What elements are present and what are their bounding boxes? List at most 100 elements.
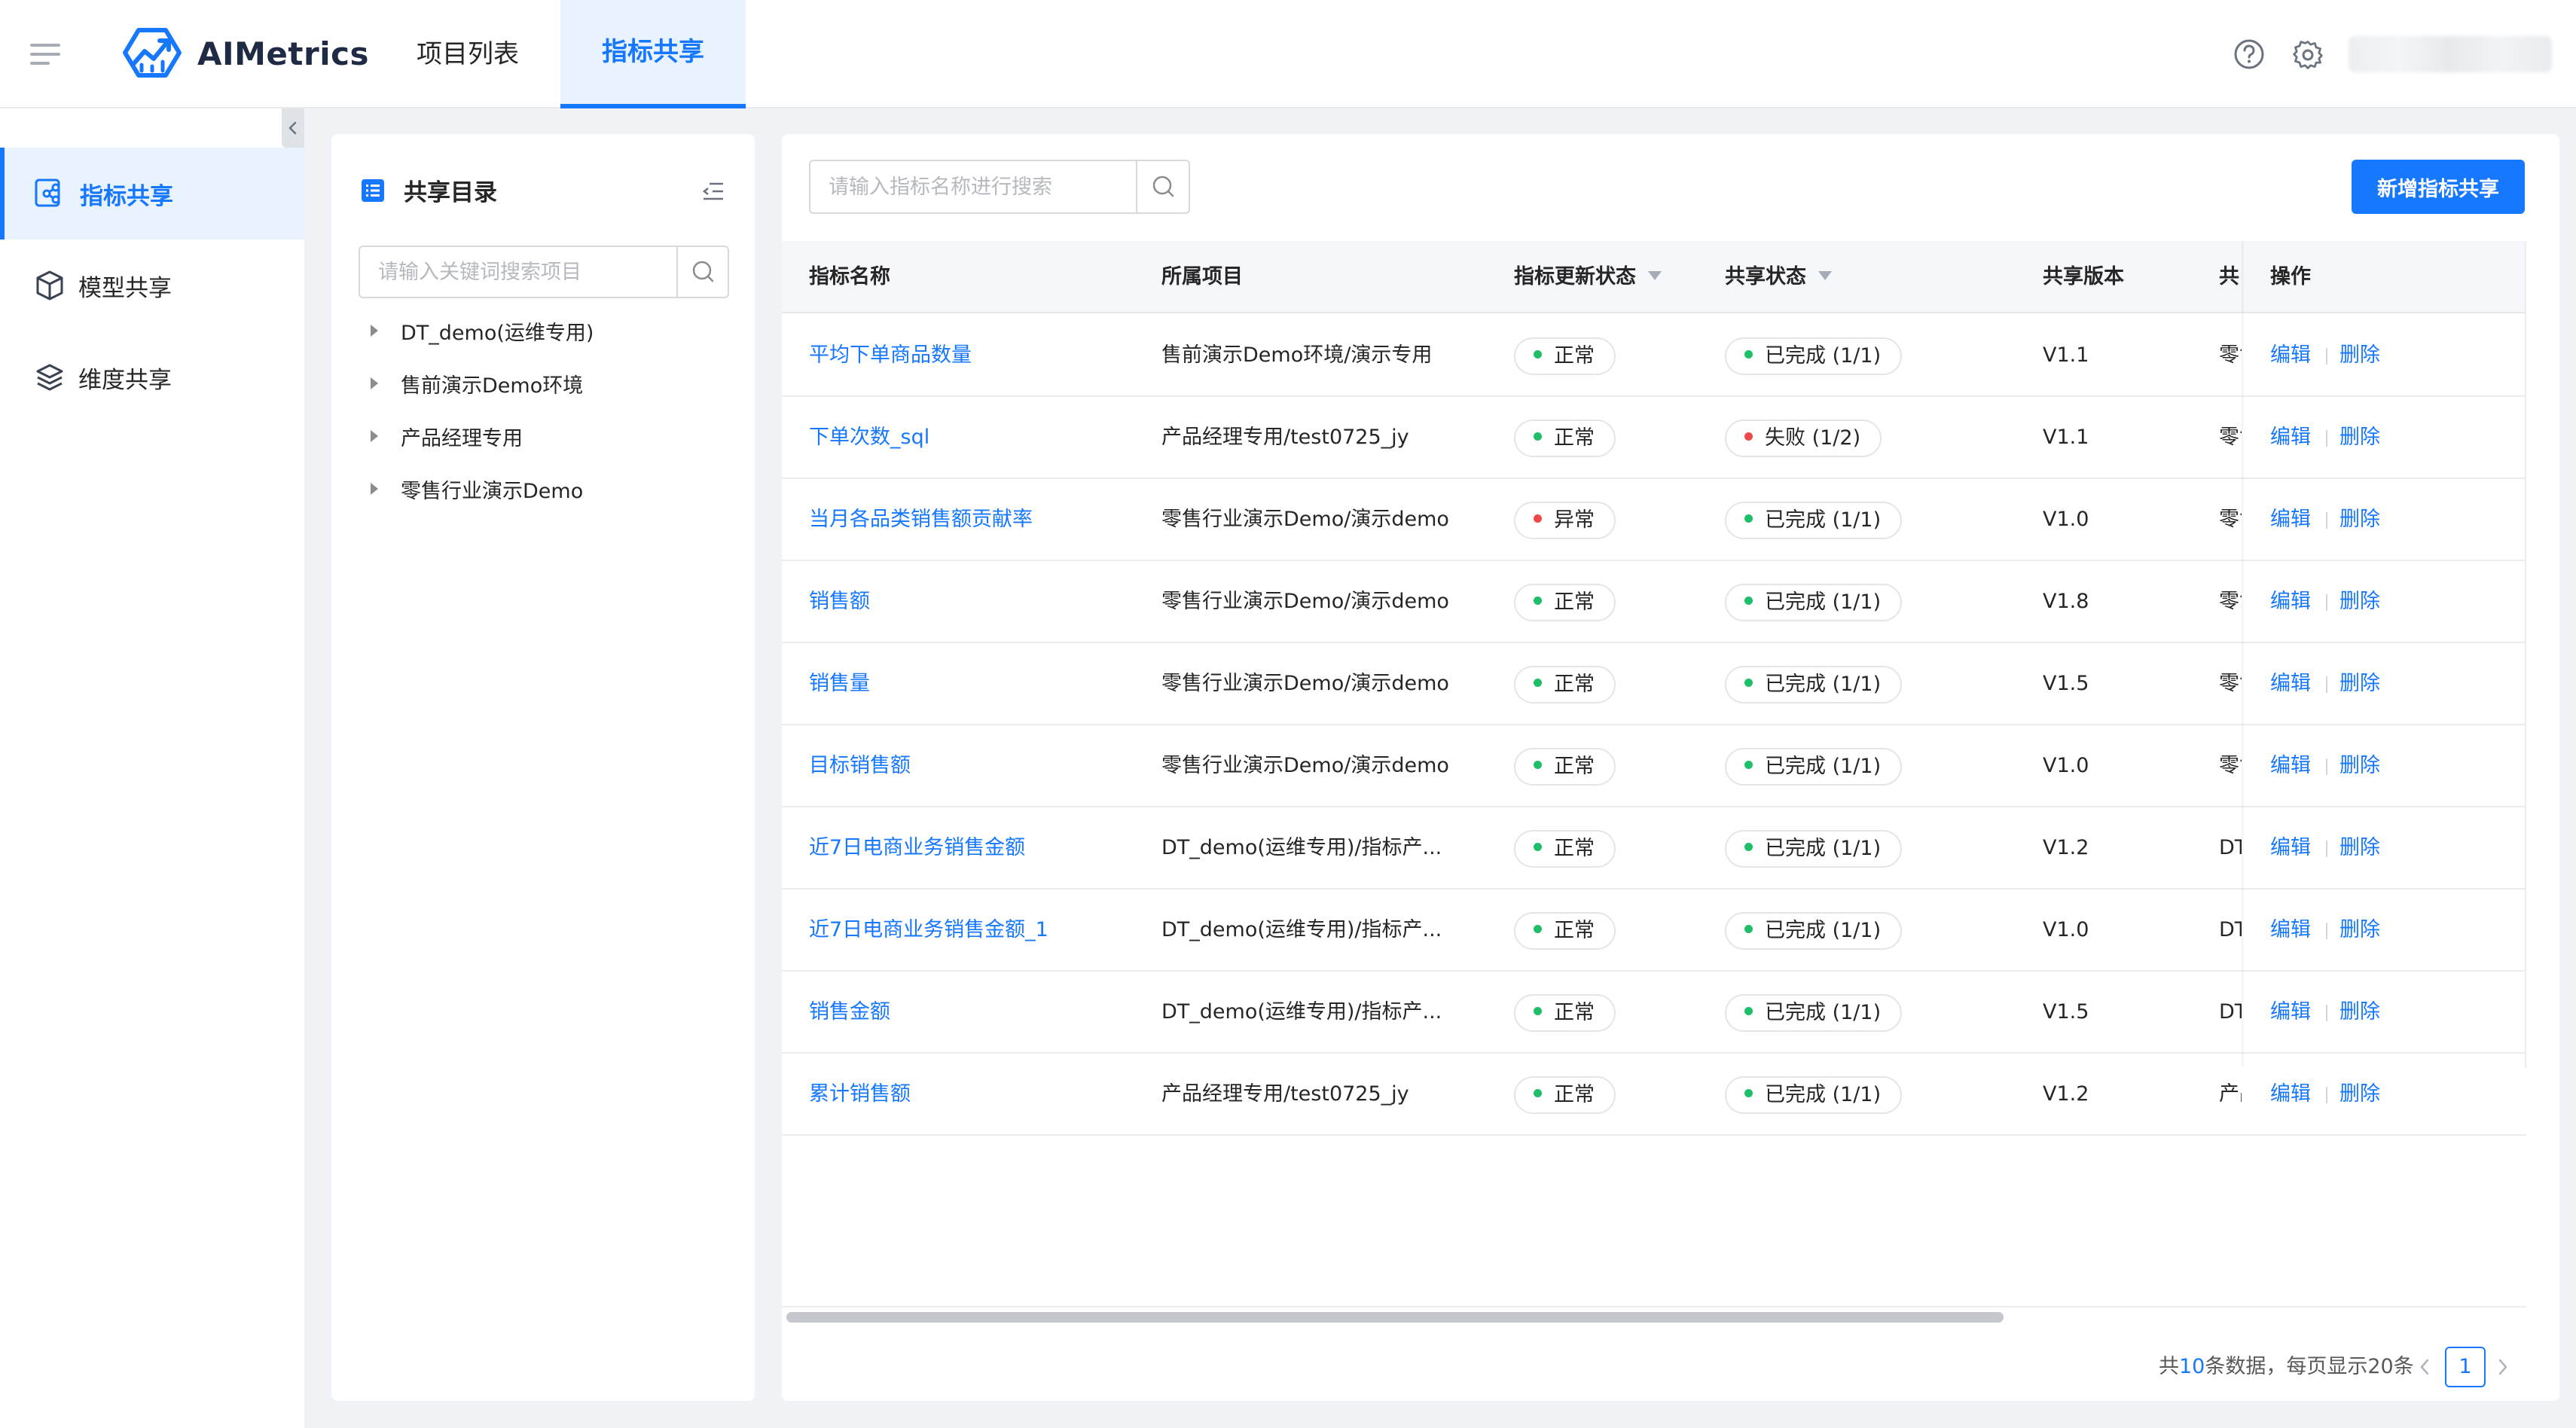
- share-catalog-panel: 共享目录 DT_demo(运维专用) 售前演示Demo环境 产品经理专用 零售行…: [331, 134, 755, 1401]
- catalog-search-input[interactable]: [378, 247, 672, 297]
- add-metric-share-button[interactable]: 新增指标共享: [2352, 160, 2525, 214]
- user-account-avatar[interactable]: [2349, 36, 2552, 72]
- column-header-name: 指标名称: [809, 265, 890, 288]
- edit-button[interactable]: 编辑: [2270, 889, 2311, 970]
- edit-button[interactable]: 编辑: [2270, 725, 2311, 806]
- update-status-badge: 正常: [1514, 994, 1616, 1032]
- edit-button[interactable]: 编辑: [2270, 643, 2311, 724]
- metric-name-link[interactable]: 近7日电商业务销售金额: [809, 807, 1140, 888]
- share-version: V1.0: [2043, 754, 2089, 777]
- chevron-left-icon[interactable]: [2413, 1356, 2436, 1378]
- update-status-badge: 正常: [1514, 666, 1616, 703]
- collapse-tree-icon[interactable]: [702, 181, 725, 202]
- status-dot: [1534, 925, 1542, 933]
- metric-name-link[interactable]: 当月各品类销售额贡献率: [809, 479, 1140, 560]
- table-row: 近7日电商业务销售金额_1 DT_demo(运维专用)/指标产... 正常 已完成 (…: [782, 889, 2526, 972]
- metric-name-link[interactable]: 下单次数_sql: [809, 397, 1140, 478]
- horizontal-scrollbar-thumb[interactable]: [786, 1312, 2004, 1323]
- truncated-column-value: DT: [2219, 1000, 2242, 1024]
- cube-icon: [36, 270, 63, 301]
- delete-button[interactable]: 删除: [2339, 479, 2380, 560]
- left-sidebar: 指标共享 模型共享 维度共享: [0, 108, 304, 1428]
- caret-right-icon[interactable]: [371, 430, 378, 442]
- page-number-current[interactable]: 1: [2445, 1347, 2486, 1387]
- metric-name-link[interactable]: 近7日电商业务销售金额_1: [809, 889, 1140, 970]
- tree-item-label: 零售行业演示Demo: [401, 479, 584, 503]
- tree-item-presales-demo[interactable]: 售前演示Demo环境: [371, 365, 583, 402]
- tree-item-dt-demo[interactable]: DT_demo(运维专用): [371, 312, 594, 349]
- status-dot: [1744, 1089, 1753, 1097]
- caret-right-icon[interactable]: [371, 377, 378, 389]
- catalog-search-button[interactable]: [676, 247, 728, 297]
- status-dot: [1744, 761, 1753, 769]
- truncated-column-value: DT: [2219, 918, 2242, 941]
- sidebar-collapse-button[interactable]: [282, 108, 304, 148]
- delete-button[interactable]: 删除: [2339, 807, 2380, 888]
- edit-button[interactable]: 编辑: [2270, 972, 2311, 1052]
- share-version: V1.1: [2043, 343, 2089, 367]
- metric-name-link[interactable]: 销售额: [809, 561, 1140, 642]
- settings-gear-icon[interactable]: [2291, 38, 2324, 71]
- delete-button[interactable]: 删除: [2339, 1054, 2380, 1134]
- delete-button[interactable]: 删除: [2339, 561, 2380, 642]
- fixed-column-shadow: [2242, 241, 2245, 1066]
- share-status-text: 已完成 (1/1): [1765, 1083, 1882, 1106]
- edit-button[interactable]: 编辑: [2270, 479, 2311, 560]
- share-version: V1.2: [2043, 836, 2089, 859]
- share-status-badge: 已完成 (1/1): [1725, 830, 1903, 868]
- sidebar-item-dimension-share[interactable]: 维度共享: [0, 331, 304, 423]
- aimetrics-logo-icon: [123, 28, 182, 78]
- delete-button[interactable]: 删除: [2339, 397, 2380, 478]
- update-status-text: 正常: [1554, 755, 1595, 778]
- filter-icon[interactable]: [1648, 270, 1662, 280]
- status-dot: [1534, 1089, 1542, 1097]
- edit-button[interactable]: 编辑: [2270, 315, 2311, 395]
- share-version: V1.1: [2043, 426, 2089, 449]
- chevron-right-icon[interactable]: [2492, 1356, 2514, 1378]
- update-status-text: 正常: [1554, 1001, 1595, 1024]
- metric-search-button[interactable]: [1136, 161, 1189, 212]
- share-status-text: 已完成 (1/1): [1765, 673, 1882, 696]
- sidebar-item-metric-share[interactable]: 指标共享: [0, 148, 304, 240]
- update-status-text: 正常: [1554, 426, 1595, 450]
- tree-item-pm-only[interactable]: 产品经理专用: [371, 417, 523, 455]
- metric-name-link[interactable]: 销售量: [809, 643, 1140, 724]
- delete-button[interactable]: 删除: [2339, 643, 2380, 724]
- edit-button[interactable]: 编辑: [2270, 1054, 2311, 1134]
- status-dot: [1534, 597, 1542, 605]
- delete-button[interactable]: 删除: [2339, 315, 2380, 395]
- delete-button[interactable]: 删除: [2339, 889, 2380, 970]
- metric-search-input[interactable]: [829, 161, 1130, 212]
- help-icon[interactable]: [2233, 38, 2266, 71]
- share-status-text: 已完成 (1/1): [1765, 837, 1882, 860]
- horizontal-scrollbar[interactable]: [786, 1311, 2526, 1324]
- edit-button[interactable]: 编辑: [2270, 807, 2311, 888]
- status-dot: [1534, 679, 1542, 687]
- edit-button[interactable]: 编辑: [2270, 561, 2311, 642]
- share-status-text: 已完成 (1/1): [1765, 1001, 1882, 1024]
- nav-tab-project-list[interactable]: 项目列表: [398, 0, 538, 108]
- menu-toggle-icon[interactable]: [30, 39, 63, 69]
- update-status-badge: 正常: [1514, 337, 1616, 375]
- delete-button[interactable]: 删除: [2339, 725, 2380, 806]
- delete-button[interactable]: 删除: [2339, 972, 2380, 1052]
- status-dot: [1534, 843, 1542, 851]
- metric-name-link[interactable]: 目标销售额: [809, 725, 1140, 806]
- tree-item-retail-demo[interactable]: 零售行业演示Demo: [371, 470, 583, 508]
- metric-name-link[interactable]: 销售金额: [809, 972, 1140, 1052]
- caret-right-icon[interactable]: [371, 325, 378, 337]
- sidebar-item-label: 指标共享: [80, 182, 173, 210]
- update-status-badge: 正常: [1514, 748, 1616, 786]
- filter-icon[interactable]: [1818, 270, 1832, 280]
- share-status-badge: 已完成 (1/1): [1725, 748, 1903, 786]
- project-path: 零售行业演示Demo/演示demo: [1161, 754, 1449, 777]
- pagination-total: 10: [2179, 1355, 2205, 1378]
- nav-tab-metric-share[interactable]: 指标共享: [560, 0, 746, 108]
- caret-right-icon[interactable]: [371, 483, 378, 495]
- column-header-label: 共享状态: [1725, 265, 1806, 288]
- sidebar-item-model-share[interactable]: 模型共享: [0, 240, 304, 331]
- metric-name-link[interactable]: 累计销售额: [809, 1054, 1140, 1134]
- metric-name-link[interactable]: 平均下单商品数量: [809, 315, 1140, 395]
- edit-button[interactable]: 编辑: [2270, 397, 2311, 478]
- action-divider: [2326, 512, 2327, 529]
